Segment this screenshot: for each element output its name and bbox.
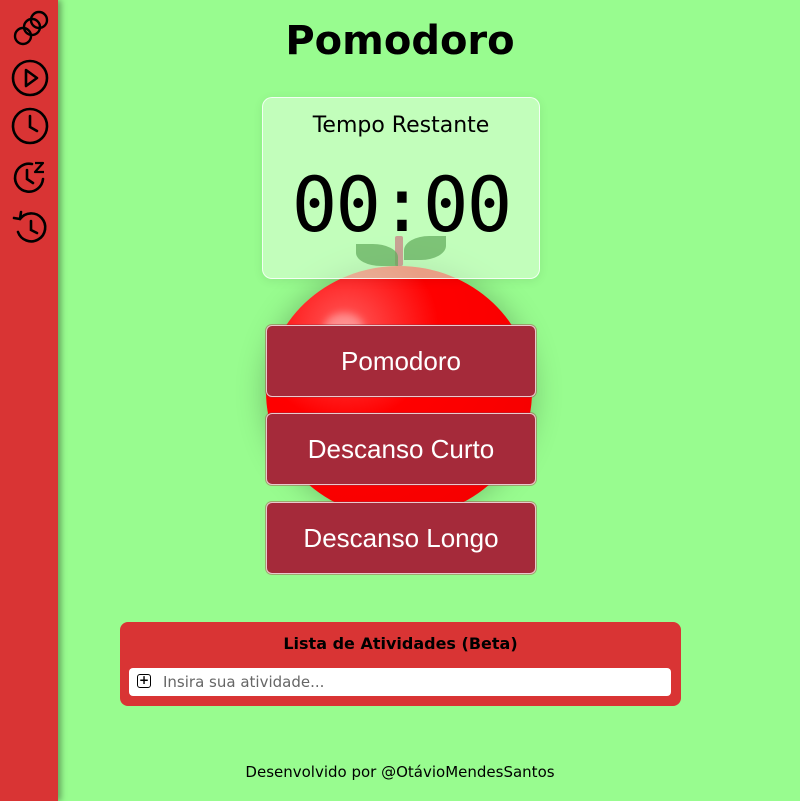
sidebar <box>0 0 58 801</box>
task-list-panel: Lista de Atividades (Beta) + <box>120 622 681 706</box>
clock-icon[interactable] <box>10 106 50 146</box>
long-break-button[interactable]: Descanso Longo <box>266 502 536 574</box>
tomato-logo-icon[interactable] <box>10 8 50 48</box>
play-icon[interactable] <box>10 58 50 98</box>
task-input-row: + <box>129 668 671 696</box>
timer-label: Tempo Restante <box>312 113 490 138</box>
short-break-button[interactable]: Descanso Curto <box>266 413 536 485</box>
add-task-icon[interactable]: + <box>137 674 151 688</box>
page-title: Pomodoro <box>285 18 515 64</box>
task-input[interactable] <box>163 670 663 694</box>
footer-credit: Desenvolvido por @OtávioMendesSantos <box>245 763 555 781</box>
pomodoro-button[interactable]: Pomodoro <box>266 325 536 397</box>
history-icon[interactable] <box>10 208 50 248</box>
sleep-clock-icon[interactable] <box>10 157 50 197</box>
task-list-title: Lista de Atividades (Beta) <box>283 634 518 653</box>
